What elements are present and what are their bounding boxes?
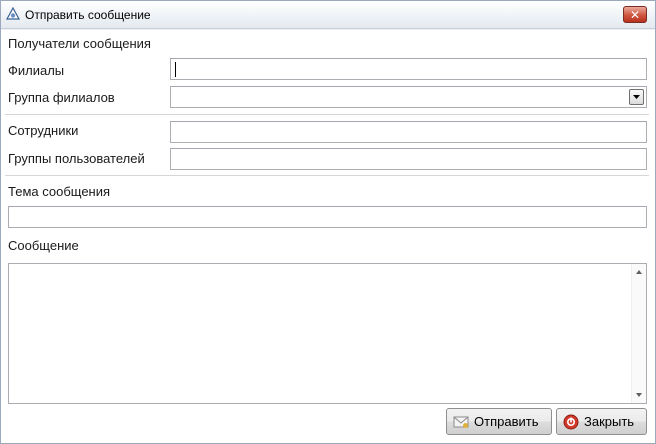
scroll-up-arrow-icon[interactable] bbox=[636, 270, 642, 274]
message-textarea[interactable] bbox=[8, 263, 647, 404]
app-logo-icon bbox=[6, 7, 20, 20]
recipients-heading: Получатели сообщения bbox=[8, 36, 151, 51]
window-close-button[interactable]: ✕ bbox=[623, 6, 647, 23]
window-title: Отправить сообщение bbox=[25, 8, 151, 22]
send-button[interactable]: Отправить bbox=[446, 408, 552, 435]
branches-label: Филиалы bbox=[8, 63, 65, 78]
branches-input[interactable] bbox=[170, 58, 647, 80]
user-groups-label: Группы пользователей bbox=[8, 151, 145, 166]
dialog-content: Получатели сообщения Филиалы Группа фили… bbox=[1, 30, 655, 443]
branch-group-label: Группа филиалов bbox=[8, 90, 115, 105]
stop-icon bbox=[563, 414, 579, 429]
text-caret bbox=[175, 62, 176, 77]
dropdown-button[interactable] bbox=[629, 89, 644, 105]
separator bbox=[5, 175, 649, 176]
send-message-dialog: Отправить сообщение ✕ Получатели сообщен… bbox=[0, 0, 656, 444]
vertical-scrollbar[interactable] bbox=[631, 264, 646, 403]
subject-input[interactable] bbox=[8, 206, 647, 228]
close-icon: ✕ bbox=[629, 7, 641, 22]
user-groups-input[interactable] bbox=[170, 148, 647, 170]
close-button[interactable]: Закрыть bbox=[556, 408, 647, 435]
envelope-icon bbox=[453, 416, 469, 428]
separator bbox=[5, 114, 649, 115]
scroll-down-arrow-icon[interactable] bbox=[636, 393, 642, 397]
branch-group-select[interactable] bbox=[170, 86, 647, 108]
employees-input[interactable] bbox=[170, 121, 647, 143]
chevron-down-icon bbox=[633, 95, 640, 99]
employees-label: Сотрудники bbox=[8, 123, 79, 138]
title-bar[interactable]: Отправить сообщение ✕ bbox=[1, 1, 655, 29]
subject-label: Тема сообщения bbox=[8, 184, 111, 199]
message-label: Сообщение bbox=[8, 238, 79, 253]
